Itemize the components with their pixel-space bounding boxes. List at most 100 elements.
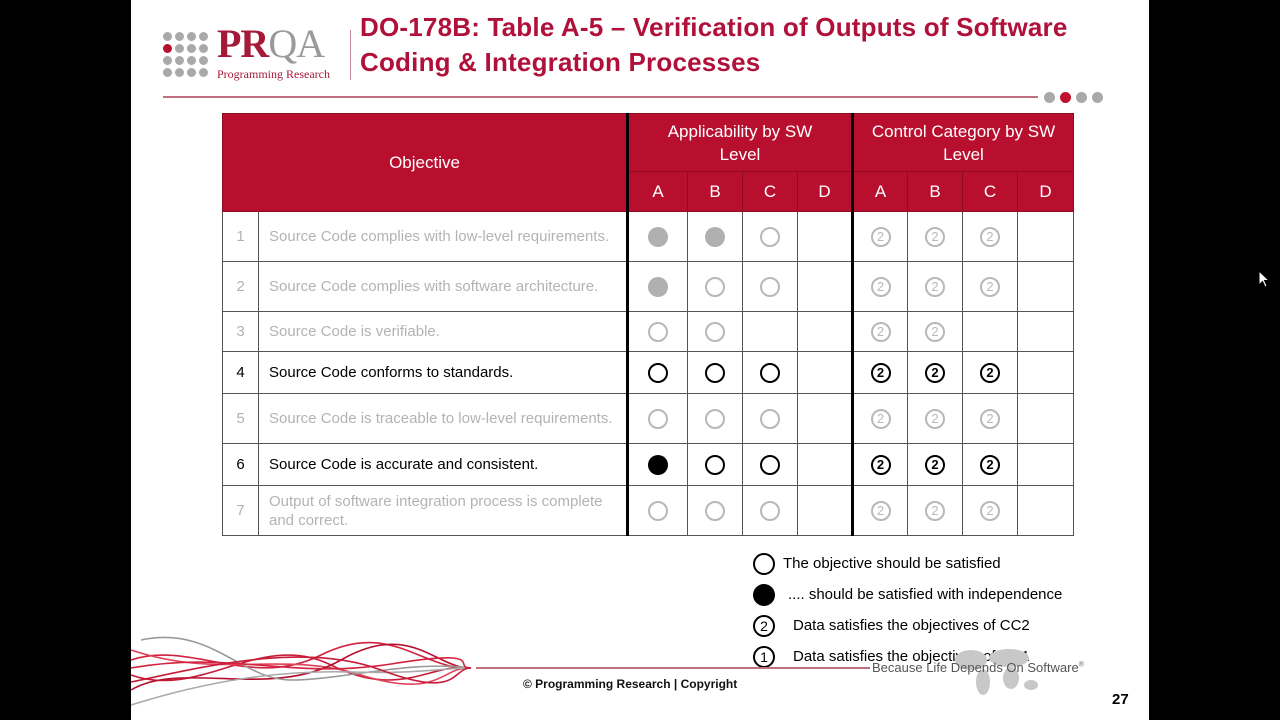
open-circle-icon [705, 321, 725, 342]
control-cell-a: 2 [851, 261, 908, 312]
filled-circle-icon [648, 226, 668, 247]
control-category-2-icon: 2 [870, 500, 891, 521]
progress-dot-active [1060, 92, 1071, 103]
control-category-2-icon: 2 [925, 500, 945, 521]
header-objective: Objective [222, 113, 628, 212]
progress-dot [1092, 92, 1103, 103]
table-row: 3 Source Code is verifiable. 2 2 [222, 311, 1074, 352]
open-circle-icon [760, 500, 780, 521]
open-circle-icon [760, 362, 780, 383]
control-cell-d [1017, 311, 1074, 352]
filled-circle-icon [648, 454, 668, 475]
applicability-cell-d [797, 485, 853, 536]
objective-number: 3 [222, 311, 259, 352]
applicability-cell-c [742, 211, 798, 262]
control-cell-a: 2 [851, 443, 908, 486]
logo-pr: PR [217, 21, 269, 66]
control-cell-b: 2 [907, 485, 963, 536]
applicability-cell-b [687, 393, 743, 444]
objective-number: 5 [222, 393, 259, 444]
footer-divider [476, 667, 870, 669]
applicability-cell-a [626, 485, 688, 536]
control-cell-c: 2 [962, 351, 1018, 394]
objective-text: Output of software integration process i… [258, 485, 628, 536]
table-row: 1 Source Code complies with low-level req… [222, 211, 1074, 262]
title-line-1: DO-178B: Table A-5 – Verification of Out… [360, 12, 1068, 42]
table-row: 2 Source Code complies with software arch… [222, 261, 1074, 312]
progress-dot [1044, 92, 1055, 103]
control-cell-b: 2 [907, 351, 963, 394]
control-category-2-icon: 2 [925, 321, 945, 342]
objective-text: Source Code is traceable to low-level re… [258, 393, 628, 444]
header-applicability-level-d: D [797, 171, 853, 212]
control-category-2-icon: 2 [980, 408, 1000, 429]
control-cell-b: 2 [907, 261, 963, 312]
mouse-cursor-icon [1258, 270, 1270, 288]
objective-number: 6 [222, 443, 259, 486]
title-line-2: Coding & Integration Processes [360, 47, 761, 77]
header-control-level-b: B [907, 171, 963, 212]
applicability-cell-b [687, 261, 743, 312]
applicability-cell-c [742, 261, 798, 312]
header-applicability-level-a: A [626, 171, 688, 212]
table-row: 7 Output of software integration process … [222, 485, 1074, 536]
objectives-table: Objective Applicability by SW Level Cont… [222, 113, 1074, 536]
control-cell-a: 2 [851, 393, 908, 444]
control-category-2-icon: 2 [925, 362, 945, 383]
table-row: 6 Source Code is accurate and consistent.… [222, 443, 1074, 486]
control-category-2-icon: 2 [980, 454, 1000, 475]
header-applicability-level-b: B [687, 171, 743, 212]
applicability-cell-a [626, 261, 688, 312]
applicability-cell-d [797, 261, 853, 312]
control-category-2-icon: 2 [925, 408, 945, 429]
control-cell-a: 2 [851, 211, 908, 262]
control-category-1-icon: 1 [753, 646, 775, 668]
control-cell-d [1017, 443, 1074, 486]
control-cell-d [1017, 211, 1074, 262]
table-row: 5 Source Code is traceable to low-level r… [222, 393, 1074, 444]
logo-subtitle: Programming Research [217, 67, 330, 81]
applicability-cell-b [687, 311, 743, 352]
copyright-notice: © Programming Research | Copyright [523, 677, 738, 691]
control-cell-c: 2 [962, 443, 1018, 486]
open-circle-icon [705, 362, 725, 383]
objective-text: Source Code conforms to standards. [258, 351, 628, 394]
open-circle-icon [760, 226, 780, 247]
open-circle-icon [760, 276, 780, 297]
applicability-cell-a [626, 311, 688, 352]
open-circle-icon [705, 454, 725, 475]
control-category-2-icon: 2 [980, 226, 1000, 247]
applicability-cell-d [797, 311, 853, 352]
open-circle-icon [648, 321, 668, 342]
objective-text: Source Code is verifiable. [258, 311, 628, 352]
control-category-2-icon: 2 [870, 321, 891, 342]
applicability-cell-b [687, 485, 743, 536]
applicability-cell-d [797, 211, 853, 262]
header-applicability: Applicability by SW Level [626, 113, 853, 172]
logo-wordmark: PRQA [217, 21, 325, 66]
logo-dot-grid-icon [163, 32, 208, 77]
legend-label: .... should be satisfied with independen… [788, 586, 1063, 603]
header-control-level-a: A [851, 171, 908, 212]
control-cell-b: 2 [907, 443, 963, 486]
open-circle-icon [760, 454, 780, 475]
control-category-2-icon: 2 [870, 362, 891, 383]
control-category-2-icon: 2 [870, 408, 891, 429]
logo-qa: QA [268, 21, 325, 66]
control-cell-a: 2 [851, 485, 908, 536]
applicability-cell-c [742, 443, 798, 486]
decorative-swoosh-graphic [131, 636, 472, 706]
slide-progress-dots [1044, 92, 1103, 103]
legend-label: Data satisfies the objectives of CC2 [793, 617, 1030, 634]
objective-text: Source Code is accurate and consistent. [258, 443, 628, 486]
filled-circle-icon [648, 276, 668, 297]
applicability-cell-c [742, 351, 798, 394]
legend-label: The objective should be satisfied [783, 555, 1001, 572]
filled-circle-icon [705, 226, 725, 247]
objective-number: 4 [222, 351, 259, 394]
applicability-cell-a [626, 443, 688, 486]
control-cell-d [1017, 393, 1074, 444]
applicability-cell-a [626, 351, 688, 394]
presentation-slide: PRQA Programming Research DO-178B: Table… [131, 0, 1149, 720]
applicability-cell-b [687, 211, 743, 262]
